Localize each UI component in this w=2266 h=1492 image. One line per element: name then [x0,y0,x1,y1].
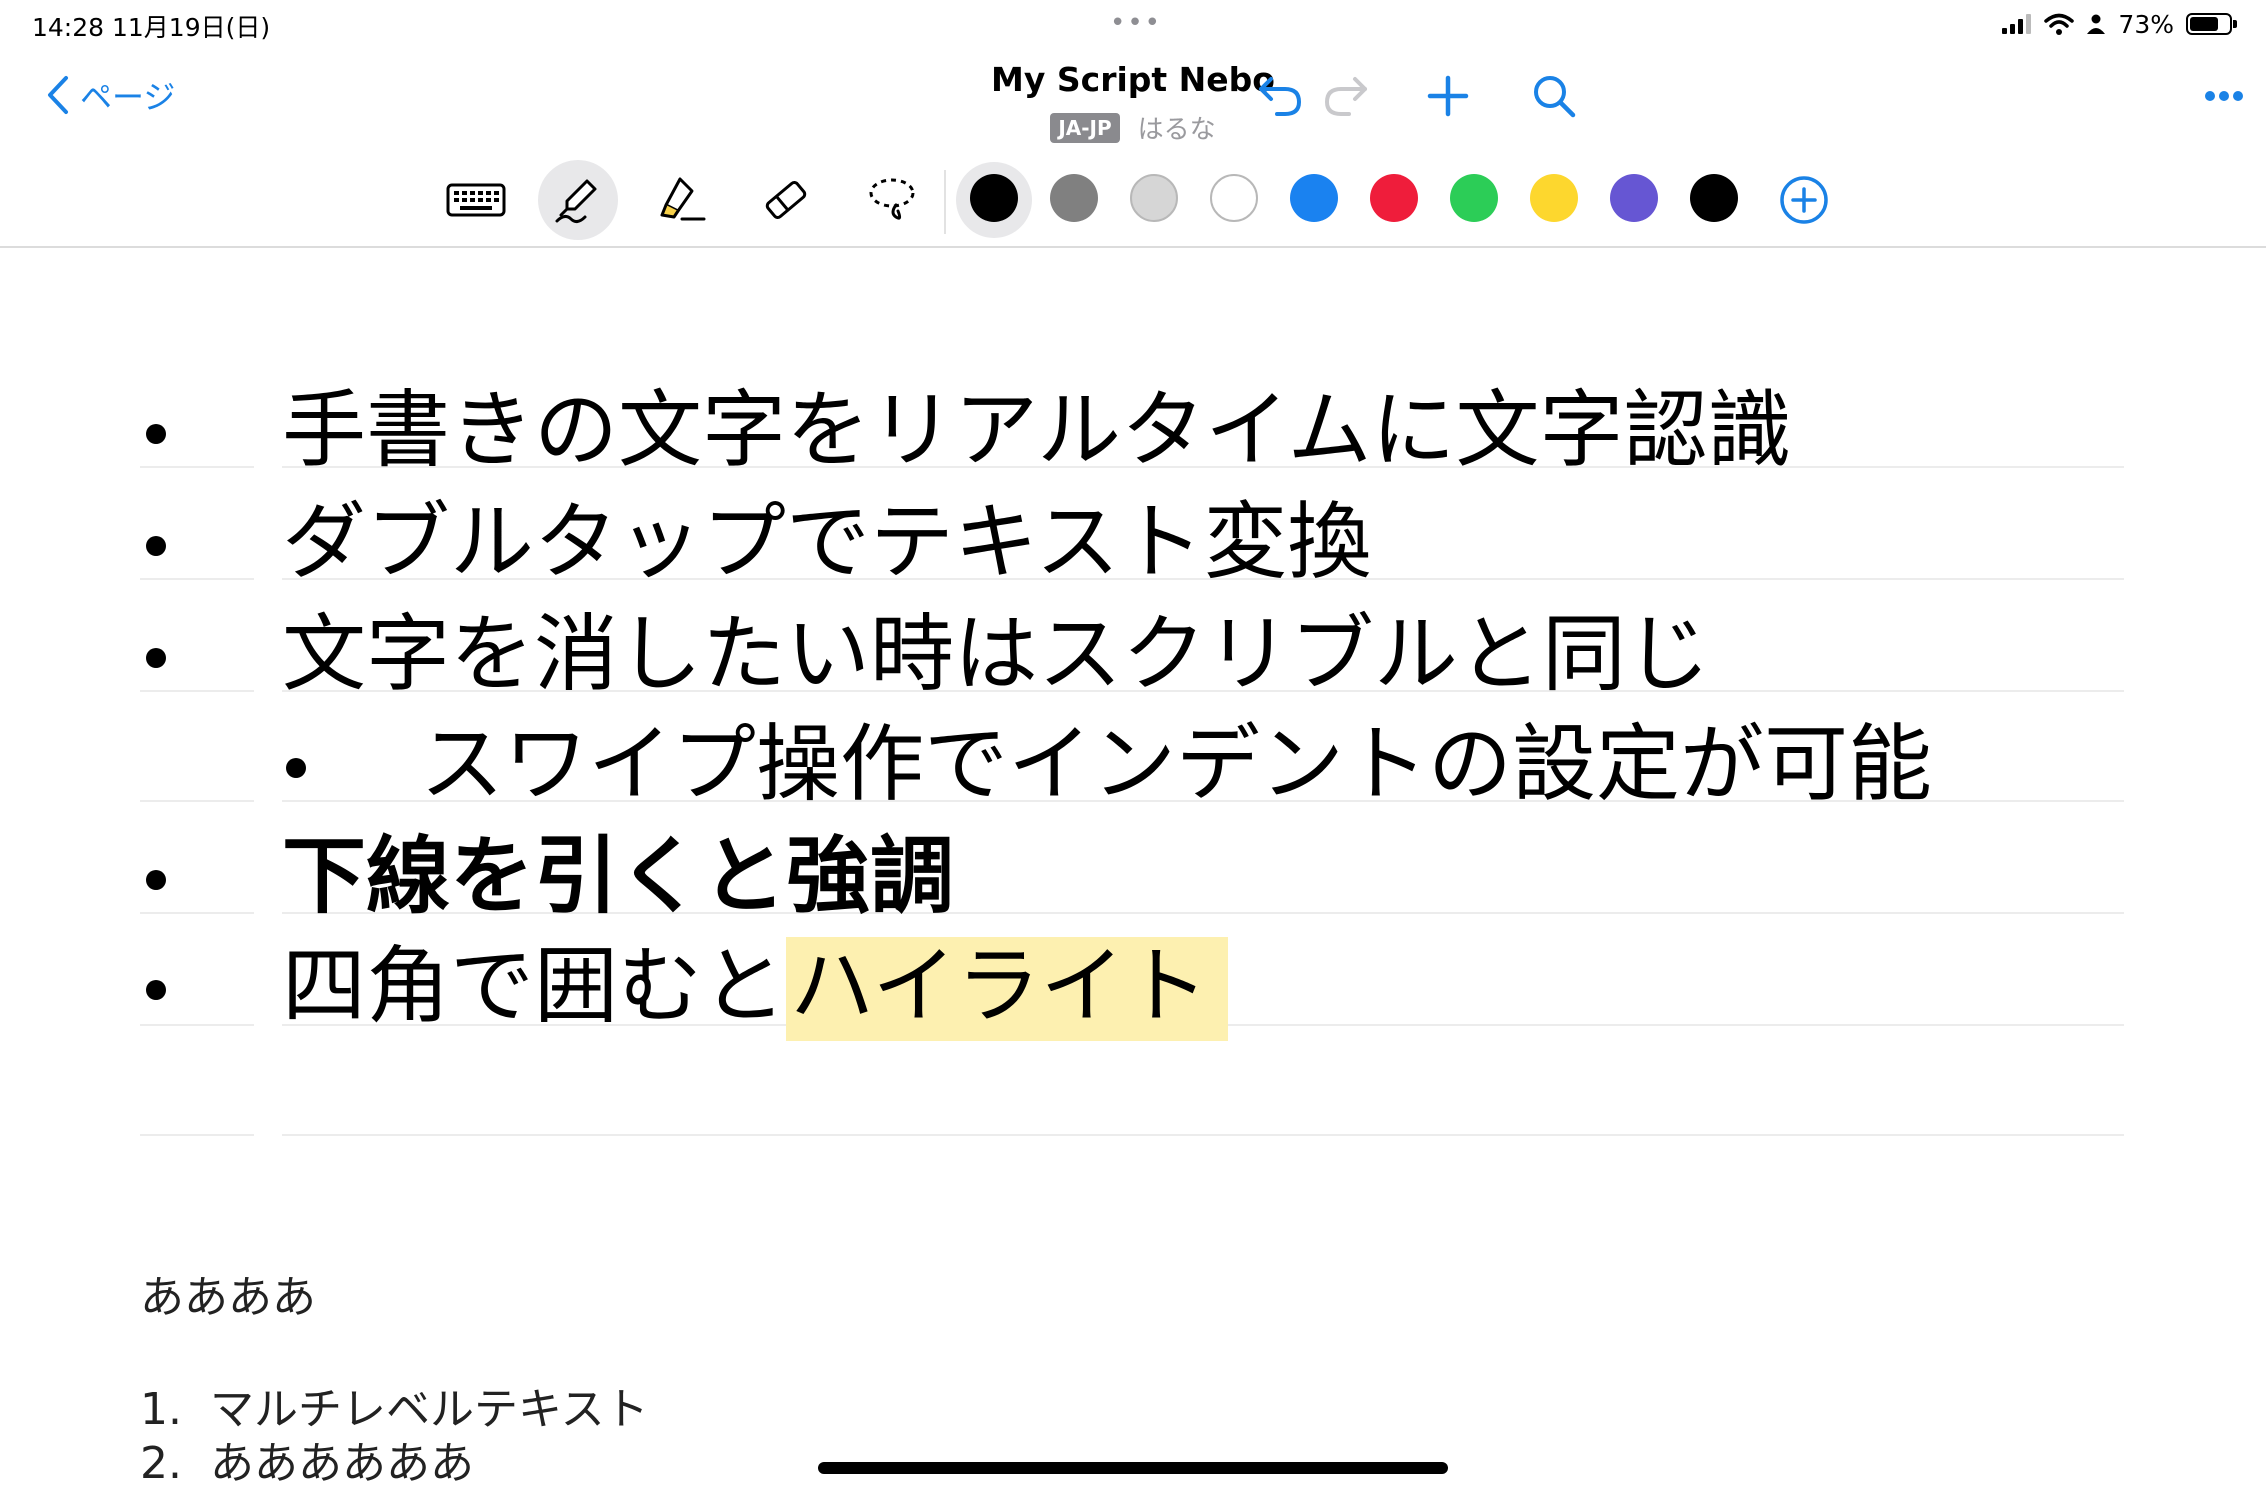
document-header: My Script Nebo JA-JP はるな [0,60,2266,146]
bullet-marker [146,870,166,890]
redo-icon [1324,77,1367,116]
color-swatch[interactable] [1210,174,1258,222]
redo-button[interactable] [1318,68,1374,124]
highlighter-tool[interactable] [640,160,720,240]
color-swatch[interactable] [1610,174,1658,222]
numbered-marker: 2. [140,1438,182,1489]
undo-icon [1259,77,1302,116]
more-icon [2205,91,2243,101]
color-swatch[interactable] [1450,174,1498,222]
language-badge[interactable]: JA-JP [1050,112,1120,143]
guide-line [140,912,254,914]
keyboard-icon [446,183,506,217]
bullet-marker [146,648,166,668]
guide-line [140,578,254,580]
bullet-text-plain: 四角で囲むと [282,937,787,1035]
lasso-tool[interactable] [852,160,932,240]
search-icon [1534,76,1576,118]
bullet-marker [146,536,166,556]
undo-button[interactable] [1252,68,1308,124]
status-indicators: 73% [2002,8,2237,40]
guide-line [140,800,254,802]
guide-line [140,466,254,468]
guide-line [140,690,254,692]
wifi-icon [2044,13,2075,35]
pen-icon [555,179,597,224]
status-time-date: 14:28 11月19日(日) [32,13,271,42]
bullet-text-indented[interactable]: スワイプ操作でインデントの設定が可能 [420,714,1932,814]
lasso-icon [869,178,915,220]
bullet-text[interactable]: 文字を消したい時はスクリブルと同じ [282,604,1710,704]
eraser-tool[interactable] [746,160,826,240]
guide-line [282,1134,2124,1136]
battery-percent: 73% [2118,9,2174,39]
more-button[interactable] [2196,68,2252,124]
highlighter-icon [660,177,706,221]
person-icon [2087,14,2106,34]
color-swatch[interactable] [1050,174,1098,222]
user-name: はるな [1137,115,1216,145]
add-color-button[interactable] [1764,160,1844,240]
color-swatch[interactable] [1130,174,1178,222]
color-swatch[interactable] [1530,174,1578,222]
signal-icon [2002,14,2032,34]
battery-icon [2186,13,2237,35]
search-button[interactable] [1526,68,1582,124]
header-divider [0,246,2266,248]
add-circle-icon [1780,176,1828,224]
page-title[interactable]: My Script Nebo [0,60,2266,99]
bullet-text[interactable]: ダブルタップでテキスト変換 [282,492,1371,592]
multitasking-dots[interactable]: ••• [1110,8,1162,38]
bullet-text[interactable]: 四角で囲むとハイライト [282,936,1229,1041]
bullet-text-emphasized[interactable]: 下線を引くと強調 [282,826,954,926]
toolbar-divider [944,170,946,234]
color-swatch[interactable] [970,174,1018,222]
ink-toolbar [0,160,2266,248]
bullet-marker-indented [286,758,306,778]
color-swatch[interactable] [1370,174,1418,222]
color-swatch[interactable] [1290,174,1338,222]
numbered-marker: 1. [140,1384,182,1435]
bullet-text[interactable]: 手書きの文字をリアルタイムに文字認識 [282,380,1791,480]
pen-tool[interactable] [538,160,618,240]
home-indicator[interactable] [818,1462,1448,1474]
color-swatch[interactable] [1690,174,1738,222]
eraser-icon [765,181,807,219]
bullet-marker [146,980,166,1000]
bullet-marker [146,424,166,444]
keyboard-tool[interactable] [436,160,516,240]
plus-icon [1427,75,1469,117]
guide-line [140,1024,254,1026]
battery-fill [2190,17,2218,31]
add-button[interactable] [1420,68,1476,124]
numbered-item-text[interactable]: ああああああ [210,1436,474,1492]
paragraph-text[interactable]: ああああ [140,1270,316,1326]
guide-line [140,1134,254,1136]
numbered-item-text[interactable]: マルチレベルテキスト [210,1382,649,1438]
highlighted-text: ハイライト [786,937,1229,1041]
